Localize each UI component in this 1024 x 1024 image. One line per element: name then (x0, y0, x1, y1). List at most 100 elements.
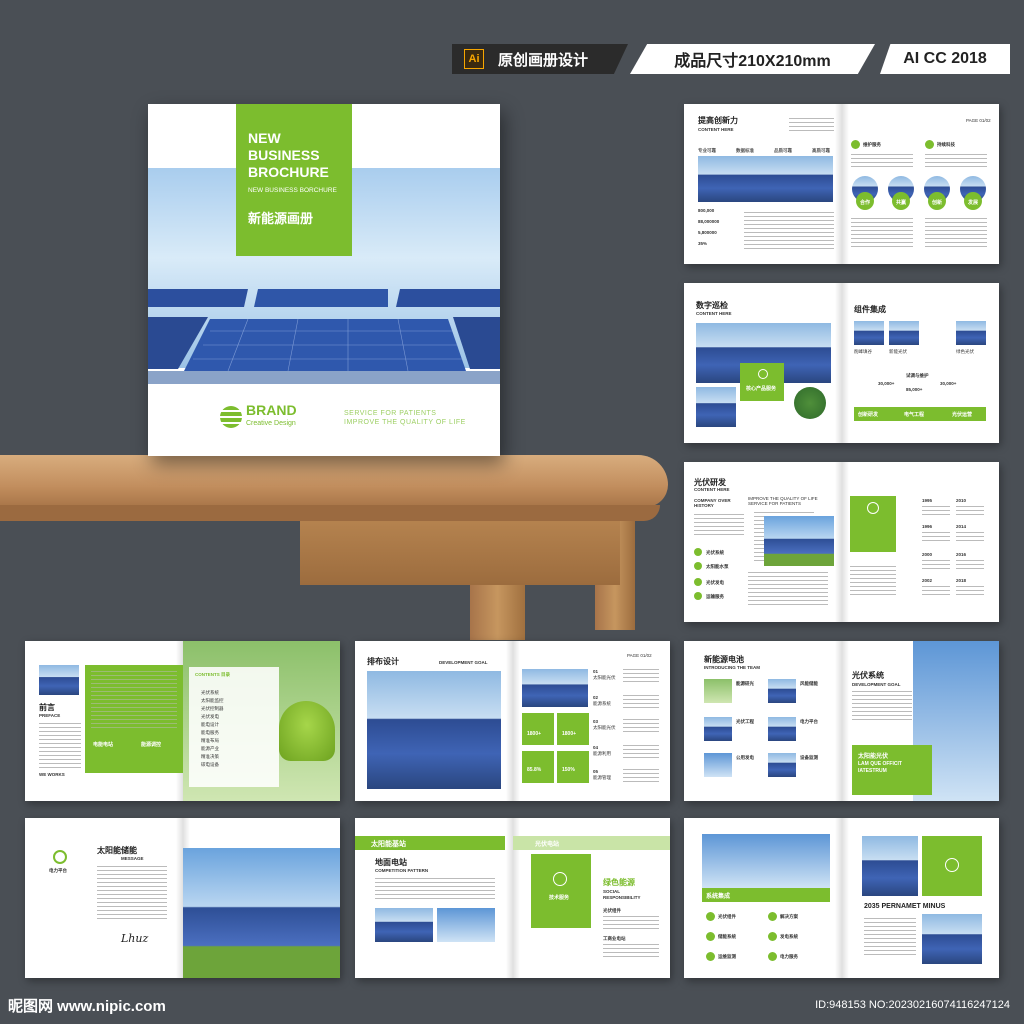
step-label: 光伏发电 (706, 580, 724, 585)
column-heading: 维护服务 (863, 142, 881, 147)
list-item: 储能系统 (718, 934, 736, 939)
green-sub: LAM QUE OFFICIT (858, 761, 902, 767)
signature: Lhuz (121, 932, 149, 945)
year-label: 2010 (956, 498, 967, 503)
list-label: 能源管理 (593, 775, 611, 780)
year-label: 1995 (922, 498, 933, 503)
solar-array-photo (367, 671, 501, 789)
list-icon (768, 912, 777, 921)
brand-name-text: BRAND (246, 402, 297, 418)
thumb-photo (889, 321, 919, 345)
text-block (922, 532, 950, 544)
step-marker (694, 578, 702, 586)
cover-title-block: NEW BUSINESS BROCHURE NEW BUSINESS BORCH… (236, 104, 352, 256)
text-block (956, 560, 984, 572)
text-block (748, 572, 828, 606)
list-item: 电力服务 (780, 954, 798, 959)
cover-title-line: BROCHURE (248, 164, 329, 180)
thumb-label: 削峰填谷 (854, 349, 872, 354)
step-marker (694, 548, 702, 556)
thumb-label: 新能光伏 (889, 349, 907, 354)
stat-value: 30,000+ (878, 381, 895, 386)
product-icon (758, 369, 768, 379)
sign-off: WE WORKS (39, 772, 65, 777)
slogan-line: SERVICE FOR PATIENTS (344, 410, 437, 417)
table-top (0, 455, 668, 507)
mid-label: 试调与维护 (906, 373, 929, 378)
list-icon (706, 952, 715, 961)
cover-subtitle: NEW BUSINESS BORCHURE (248, 187, 337, 194)
wind-photo (39, 665, 79, 695)
text-block (744, 212, 834, 250)
text-block (39, 723, 81, 769)
text-block (925, 218, 987, 248)
step-label: 运输服务 (706, 594, 724, 599)
brand-logo-icon (220, 406, 242, 428)
year-label: 2000 (922, 552, 933, 557)
tab-label: 数据标准 (736, 148, 754, 153)
slogan-line: IMPROVE THE QUALITY OF LIFE (344, 419, 466, 426)
text-block (694, 514, 744, 538)
list-icon (768, 932, 777, 941)
year-title: 2035 PERNAMET MINUS (864, 903, 946, 910)
stat-value: 88,000000 (698, 219, 720, 224)
column-heading: 持续科技 (937, 142, 955, 147)
circle-label: 合作 (860, 200, 871, 206)
cover-title-line: BUSINESS (248, 147, 320, 163)
text-block (789, 118, 834, 134)
list-label: 能源利用 (593, 751, 611, 756)
list-number: 04 (593, 745, 599, 750)
text-block (623, 745, 659, 761)
table-edge (0, 505, 660, 521)
green-title: 绿色能源 (603, 878, 635, 887)
circle-label: 发展 (968, 200, 979, 206)
id-watermark: ID:948153 NO:20230216074116247124 (815, 999, 1010, 1011)
stat-value: 1800+ (527, 731, 542, 737)
platform-label: 电力平台 (49, 868, 67, 873)
illustrator-icon: Ai (464, 49, 484, 69)
green-car (279, 701, 335, 761)
text-block (956, 586, 984, 598)
brand-lockup: BRAND Creative Design (220, 402, 297, 430)
history-heading: COMPANY OVER HISTORY (694, 498, 731, 508)
social-heading: SOCIAL (603, 889, 621, 894)
pylon-photo (862, 836, 918, 896)
list-icon (706, 912, 715, 921)
circle-label: 共赢 (896, 200, 907, 206)
charging-station-photo (702, 834, 830, 888)
text-block (623, 669, 659, 685)
stat-value: 5,800000 (698, 230, 717, 235)
year-label: 2014 (956, 524, 967, 529)
solar-grass-photo (183, 848, 340, 978)
tab-label: 专业可靠 (698, 148, 716, 153)
spread-station: 太阳能基站 地面电站 COMPETITION PATTERN 光伏电站 技术服务… (355, 818, 670, 978)
platform-icon (53, 850, 67, 864)
spread-storage: 电力平台 太阳能储能 MESSAGE Lhuz (25, 818, 340, 978)
badge-title: 原创画册设计 (498, 51, 589, 69)
thumb-photo (854, 321, 884, 345)
spread-subtitle: CONTENT HERE (694, 487, 730, 492)
size-badge: 成品尺寸210X210mm (630, 44, 875, 74)
team-item: 光伏工程 (736, 719, 754, 724)
rocket-icon (553, 872, 567, 886)
green-sub: IATESTRUM (858, 768, 887, 774)
spread-layout: 排布设计 DEVELOPMENT GOAL PAGE 01/02 1800+ 1… (355, 641, 670, 801)
text-block (851, 154, 913, 168)
list-icon (706, 932, 715, 941)
thumb-label: 绿色光伏 (956, 349, 974, 354)
bar-label: 光伏运营 (952, 412, 973, 418)
goal-heading: DEVELOPMENT GOAL (439, 660, 488, 665)
service-block (531, 854, 591, 928)
list-number: 05 (593, 769, 599, 774)
table-apron (300, 520, 620, 585)
circle-label: 创新 (932, 200, 943, 206)
step-marker (694, 592, 702, 600)
year-label: 2002 (922, 578, 933, 583)
service-label: 技术服务 (549, 895, 570, 901)
green-title: 太阳能光伏 (858, 754, 889, 760)
contents-item: 精准布局 (201, 738, 219, 743)
stat-value: 800,000 (698, 208, 715, 213)
page-number: PAGE 01/02 (966, 118, 991, 123)
right-subtitle: DEVELOPMENT GOAL (852, 682, 901, 687)
solar-panel-photo (696, 387, 736, 427)
